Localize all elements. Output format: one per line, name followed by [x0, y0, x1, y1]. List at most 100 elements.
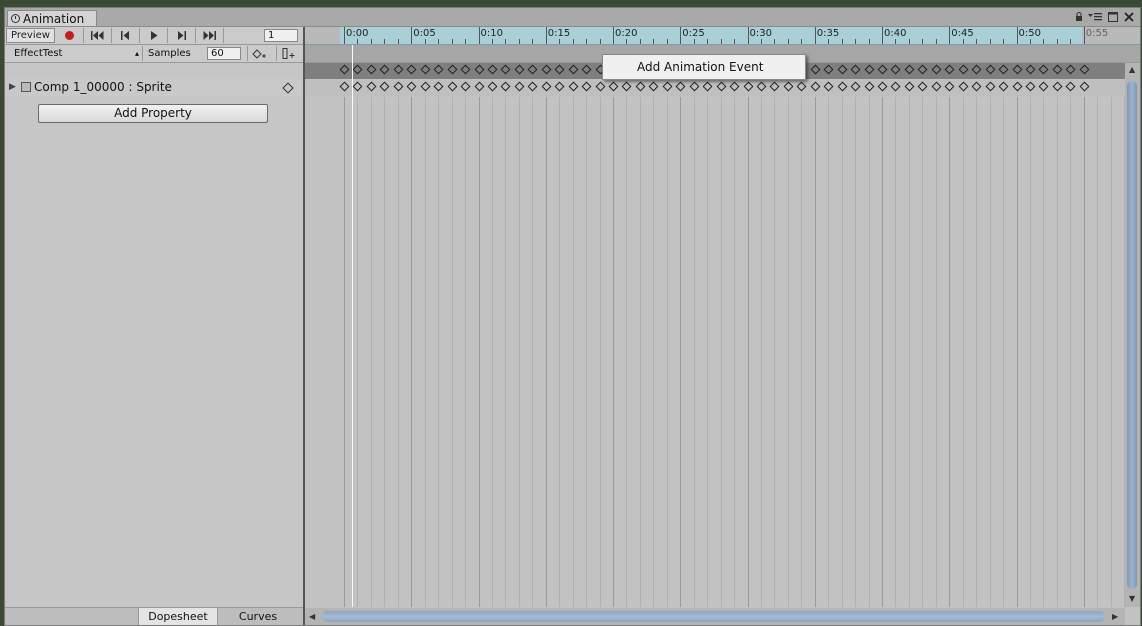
- keyframe[interactable]: [850, 64, 861, 75]
- preview-button[interactable]: Preview: [6, 28, 55, 43]
- last-keyframe-button[interactable]: [196, 28, 224, 43]
- keyframe[interactable]: [406, 81, 417, 92]
- keyframe[interactable]: [837, 81, 848, 92]
- keyframe[interactable]: [958, 64, 969, 75]
- keyframe[interactable]: [917, 81, 928, 92]
- keyframe[interactable]: [379, 64, 390, 75]
- keyframe[interactable]: [810, 81, 821, 92]
- keyframe[interactable]: [1025, 81, 1036, 92]
- keyframe[interactable]: [635, 81, 646, 92]
- keyframe[interactable]: [366, 64, 377, 75]
- keyframe[interactable]: [1052, 81, 1063, 92]
- clip-selector[interactable]: EffectTest ▴: [8, 46, 143, 61]
- keyframe[interactable]: [1012, 64, 1022, 75]
- keyframe[interactable]: [917, 64, 928, 75]
- keyframe[interactable]: [433, 81, 444, 92]
- keyframe[interactable]: [487, 81, 498, 92]
- keyframe[interactable]: [1079, 64, 1090, 75]
- menu-item-add-animation-event[interactable]: Add Animation Event: [637, 55, 805, 79]
- keyframe[interactable]: [931, 81, 942, 92]
- keyframe[interactable]: [648, 81, 659, 92]
- playhead[interactable]: [352, 45, 353, 607]
- keyframe[interactable]: [890, 81, 901, 92]
- scroll-left-icon[interactable]: ◀: [309, 612, 315, 621]
- play-button[interactable]: [140, 28, 168, 43]
- keyframe[interactable]: [890, 64, 901, 75]
- keyframe[interactable]: [864, 81, 874, 92]
- keyframe[interactable]: [998, 81, 1009, 92]
- keyframe[interactable]: [1052, 64, 1063, 75]
- keyframe[interactable]: [581, 64, 592, 75]
- keyframe[interactable]: [998, 64, 1009, 75]
- samples-input[interactable]: 60: [207, 47, 241, 60]
- keyframe[interactable]: [904, 64, 915, 75]
- keyframe[interactable]: [474, 81, 484, 92]
- keyframe[interactable]: [420, 64, 431, 75]
- dopesheet-area[interactable]: [305, 97, 1125, 607]
- keyframe[interactable]: [729, 81, 740, 92]
- horizontal-scrollbar[interactable]: ◀ ▶: [305, 608, 1125, 625]
- tab-curves[interactable]: Curves: [219, 608, 297, 625]
- property-keyframe-lane[interactable]: [305, 80, 1125, 96]
- next-keyframe-button[interactable]: [168, 28, 196, 43]
- keyframe[interactable]: [985, 64, 996, 75]
- keyframe[interactable]: [702, 81, 713, 92]
- keyframe[interactable]: [971, 81, 982, 92]
- keyframe[interactable]: [352, 81, 363, 92]
- keyframe[interactable]: [420, 81, 431, 92]
- keyframe[interactable]: [460, 81, 471, 92]
- previous-keyframe-button[interactable]: [112, 28, 140, 43]
- keyframe[interactable]: [877, 81, 888, 92]
- keyframe[interactable]: [985, 81, 996, 92]
- keyframe[interactable]: [514, 81, 525, 92]
- keyframe[interactable]: [823, 64, 834, 75]
- keyframe[interactable]: [379, 81, 390, 92]
- keyframe[interactable]: [675, 81, 686, 92]
- tab-dopesheet[interactable]: Dopesheet: [138, 608, 218, 625]
- keyframe[interactable]: [877, 64, 888, 75]
- maximize-icon[interactable]: [1106, 9, 1120, 24]
- close-icon[interactable]: [1122, 9, 1136, 24]
- vertical-scroll-thumb[interactable]: [1127, 81, 1137, 589]
- keyframe[interactable]: [689, 81, 700, 92]
- keyframe[interactable]: [944, 81, 955, 92]
- menu-icon[interactable]: [1087, 9, 1103, 24]
- keyframe[interactable]: [864, 64, 874, 75]
- keyframe[interactable]: [527, 81, 538, 92]
- keyframe[interactable]: [581, 81, 592, 92]
- keyframe[interactable]: [837, 64, 848, 75]
- keyframe[interactable]: [796, 81, 807, 92]
- keyframe[interactable]: [474, 64, 484, 75]
- add-keyframe-button[interactable]: [247, 46, 272, 61]
- keyframe[interactable]: [1079, 81, 1090, 92]
- keyframe[interactable]: [904, 81, 915, 92]
- keyframe[interactable]: [541, 64, 552, 75]
- record-button[interactable]: [56, 28, 84, 43]
- keyframe[interactable]: [621, 81, 632, 92]
- keyframe[interactable]: [769, 81, 780, 92]
- keyframe[interactable]: [716, 81, 727, 92]
- keyframe[interactable]: [756, 81, 767, 92]
- animation-tab[interactable]: Animation: [7, 10, 97, 26]
- keyframe[interactable]: [971, 64, 982, 75]
- keyframe[interactable]: [339, 64, 350, 75]
- keyframe[interactable]: [447, 64, 458, 75]
- keyframe[interactable]: [568, 81, 579, 92]
- keyframe[interactable]: [944, 64, 955, 75]
- keyframe[interactable]: [850, 81, 861, 92]
- scroll-down-icon[interactable]: ▼: [1129, 594, 1135, 603]
- keyframe[interactable]: [810, 64, 821, 75]
- keyframe[interactable]: [1065, 81, 1076, 92]
- add-property-button[interactable]: Add Property: [38, 104, 268, 123]
- keyframe[interactable]: [1025, 64, 1036, 75]
- keyframe[interactable]: [447, 81, 458, 92]
- keyframe[interactable]: [460, 64, 471, 75]
- keyframe[interactable]: [823, 81, 834, 92]
- property-row[interactable]: ▶ Comp 1_00000 : Sprite: [5, 79, 303, 96]
- keyframe[interactable]: [433, 64, 444, 75]
- keyframe[interactable]: [339, 81, 350, 92]
- scroll-right-icon[interactable]: ▶: [1112, 612, 1118, 621]
- scroll-up-icon[interactable]: ▲: [1129, 65, 1135, 74]
- time-ruler[interactable]: 0:00 0:05 0:10 0:15 0:20 0:25 0:30 0:35 0:40 0:45…: [305, 27, 1140, 45]
- keyframe[interactable]: [554, 64, 565, 75]
